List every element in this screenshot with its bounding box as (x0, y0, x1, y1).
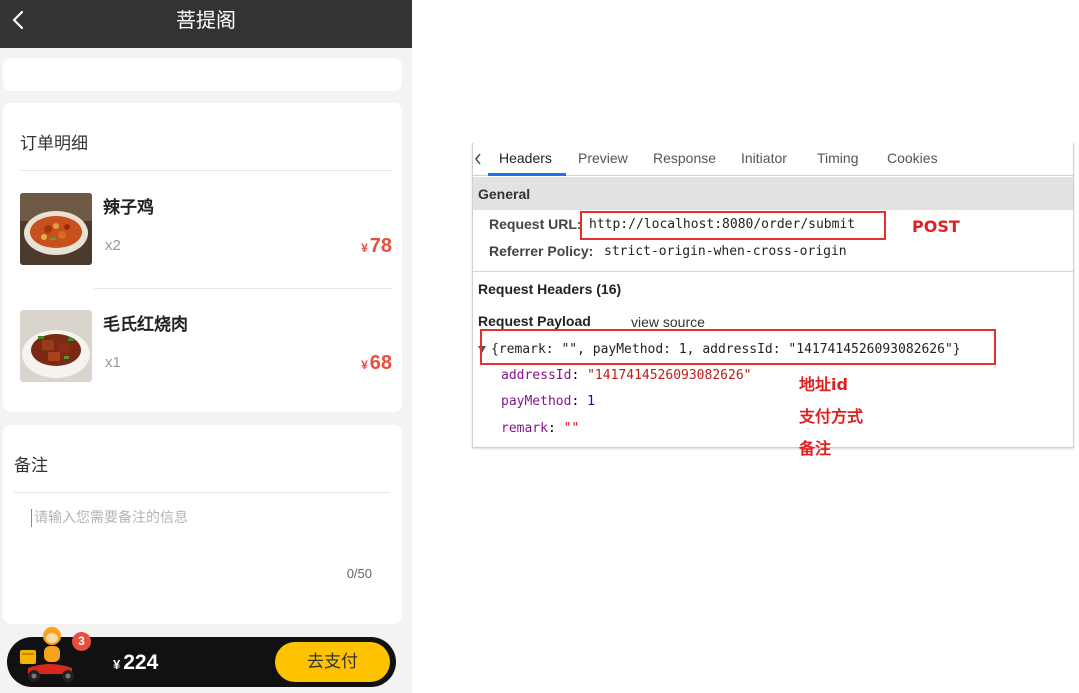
tab-preview[interactable]: Preview (578, 150, 628, 166)
devtools-network-panel: Headers Preview Response Initiator Timin… (472, 143, 1074, 448)
tab-initiator[interactable]: Initiator (741, 150, 787, 166)
address-card-bottom (3, 58, 402, 91)
remark-title: 备注 (14, 456, 48, 476)
divider (20, 170, 392, 171)
cart-count-badge: 3 (72, 632, 91, 651)
remark-card: 备注 0/50 (3, 425, 402, 624)
order-item: 辣子鸡 x2 ¥78 (20, 193, 392, 269)
property-value: 1 (587, 394, 595, 409)
currency-symbol: ¥ (361, 358, 368, 372)
property-key: payMethod (501, 394, 572, 409)
delivery-rider-icon[interactable] (14, 622, 84, 686)
dish-name: 辣子鸡 (103, 198, 154, 218)
divider (14, 492, 390, 493)
order-total: ¥224 (113, 651, 158, 675)
general-label: General (478, 186, 531, 202)
payload-property: remark: "" (501, 421, 580, 436)
remark-input[interactable] (31, 509, 371, 527)
currency-symbol: ¥ (113, 657, 121, 672)
pay-button[interactable]: 去支付 (275, 642, 390, 682)
tab-timing[interactable]: Timing (817, 150, 859, 166)
order-item: 毛氏红烧肉 x1 ¥68 (20, 310, 392, 386)
dish-price: ¥78 (361, 235, 392, 258)
dish-price-value: 78 (369, 235, 392, 257)
dish-image-braised-pork (20, 310, 92, 382)
general-section-header[interactable]: General (473, 177, 1073, 210)
request-headers-header[interactable]: Request Headers (16) (478, 281, 621, 297)
divider (94, 288, 392, 289)
dish-name: 毛氏红烧肉 (103, 315, 188, 335)
tab-cookies[interactable]: Cookies (887, 150, 938, 166)
tab-response[interactable]: Response (653, 150, 716, 166)
top-nav-bar: 菩提阁 (0, 0, 412, 48)
order-detail-title: 订单明细 (20, 134, 88, 154)
order-page: 菩提阁 订单明细 辣子鸡 x2 ¥ 78 毛氏红烧肉 x1 ¥ 68 备注 请输… (0, 0, 412, 693)
divider (473, 271, 1073, 272)
dish-price: ¥68 (361, 352, 392, 375)
annotation-address-id: 地址id (799, 375, 848, 394)
annotation-pay-method: 支付方式 (799, 407, 864, 426)
request-payload-header[interactable]: Request Payload (478, 313, 591, 329)
request-url-label: Request URL: (489, 216, 582, 232)
dish-quantity: x1 (105, 354, 121, 371)
property-value: "" (563, 421, 580, 436)
view-source-link[interactable]: view source (631, 314, 705, 330)
annotation-method: POST (912, 217, 960, 236)
payload-highlight-box (480, 329, 996, 365)
payload-property: addressId: "1417414526093082626" (501, 368, 752, 383)
page-title: 菩提阁 (176, 8, 236, 32)
referrer-policy-value: strict-origin-when-cross-origin (604, 244, 847, 259)
active-tab-indicator (488, 173, 566, 176)
order-total-value: 224 (123, 651, 159, 674)
referrer-policy-label: Referrer Policy: (489, 243, 594, 259)
order-detail-card: 订单明细 辣子鸡 x2 ¥78 毛氏红烧肉 x1 ¥ 68 (3, 103, 402, 412)
payload-property: payMethod: 1 (501, 394, 595, 409)
url-highlight-box (580, 211, 886, 240)
property-value: "1417414526093082626" (587, 368, 752, 383)
annotation-remark: 备注 (799, 439, 832, 458)
property-key: remark (501, 421, 548, 436)
dish-image-lazi-chicken (20, 193, 92, 265)
chevron-left-icon[interactable] (473, 151, 483, 167)
currency-symbol: ¥ (361, 241, 368, 255)
devtools-tab-bar: Headers Preview Response Initiator Timin… (473, 143, 1073, 176)
remark-char-count: 0/50 (346, 566, 372, 581)
dish-quantity: x2 (105, 237, 121, 254)
property-key: addressId (501, 368, 572, 383)
dish-price-value: 68 (369, 352, 392, 374)
tab-headers[interactable]: Headers (499, 150, 552, 166)
